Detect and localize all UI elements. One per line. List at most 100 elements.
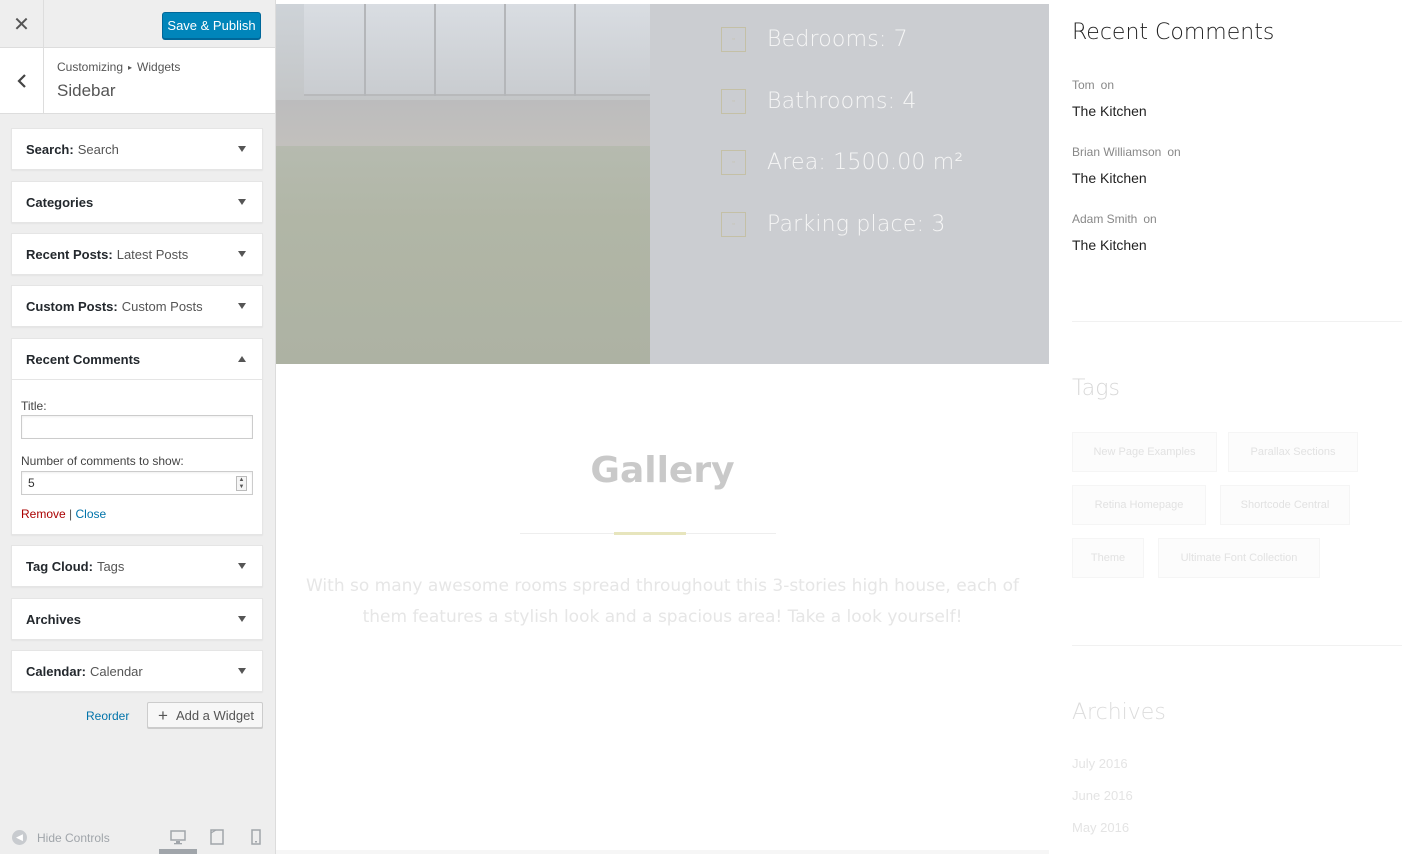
house-photo bbox=[276, 4, 650, 364]
widget-subtitle: Tags bbox=[96, 558, 125, 574]
breadcrumb-root: Customizing bbox=[57, 60, 124, 74]
tablet-preview-icon[interactable] bbox=[209, 829, 225, 845]
widget-subtitle: Custom Posts bbox=[121, 298, 203, 314]
tag-chip[interactable]: New Page Examples bbox=[1072, 432, 1217, 472]
recent-comments-title: Recent Comments bbox=[1072, 20, 1275, 45]
widget-toggle[interactable]: Recent Comments bbox=[12, 339, 262, 379]
widget-form: Title: Number of comments to show: ▲▼ Re… bbox=[12, 379, 262, 534]
feature-area: ▫ Area: 1500.00 m² bbox=[721, 150, 963, 175]
comment-meta: Brian Williamson on bbox=[1072, 145, 1181, 159]
tag-chip[interactable]: Theme bbox=[1072, 538, 1144, 578]
scroll-indicator bbox=[159, 849, 197, 854]
customizer-footer: ◀ Hide Controls bbox=[0, 814, 275, 854]
close-icon: ✕ bbox=[13, 13, 30, 36]
count-field[interactable] bbox=[21, 471, 253, 495]
feature-label: Area: 1500.00 m² bbox=[767, 150, 964, 175]
comment-post-link[interactable]: The Kitchen bbox=[1072, 237, 1147, 253]
widget-title: Calendar bbox=[26, 663, 82, 679]
plus-icon: + bbox=[158, 705, 168, 725]
expand-arrow-icon bbox=[238, 616, 246, 622]
widget-toggle[interactable]: Categories bbox=[12, 182, 262, 222]
hide-controls-label: Hide Controls bbox=[37, 830, 110, 845]
comment-post-link[interactable]: The Kitchen bbox=[1072, 170, 1147, 186]
widget-recent-posts: Recent Posts: Latest Posts bbox=[11, 233, 263, 275]
tags-title: Tags bbox=[1072, 376, 1120, 401]
comment-author: Adam Smith bbox=[1072, 212, 1138, 226]
property-hero: ▫ Bedrooms: 7 ▫ Bathrooms: 4 ▫ Area: 150… bbox=[276, 4, 1049, 364]
number-spinner[interactable]: ▲ ▼ bbox=[236, 476, 247, 491]
section-header: Customizing ▸ Widgets Sidebar bbox=[0, 48, 275, 114]
expand-arrow-icon bbox=[238, 563, 246, 569]
archive-link[interactable]: June 2016 bbox=[1072, 788, 1133, 803]
widget-archives: Archives bbox=[11, 598, 263, 640]
gallery-description: With so many awesome rooms spread throug… bbox=[306, 576, 1020, 627]
hide-controls-button[interactable]: ◀ Hide Controls bbox=[12, 830, 110, 845]
archive-link[interactable]: May 2016 bbox=[1072, 820, 1129, 835]
tag-chip[interactable]: Retina Homepage bbox=[1072, 485, 1206, 525]
desktop-preview-icon[interactable] bbox=[170, 829, 186, 845]
count-field-label: Number of comments to show: bbox=[21, 454, 184, 468]
archive-link[interactable]: July 2016 bbox=[1072, 756, 1128, 771]
tag-chip[interactable]: Shortcode Central bbox=[1220, 485, 1350, 525]
archives-title: Archives bbox=[1072, 700, 1166, 725]
expand-arrow-icon bbox=[238, 251, 246, 257]
widget-title: Categories bbox=[26, 194, 94, 210]
site-preview: ▫ Bedrooms: 7 ▫ Bathrooms: 4 ▫ Area: 150… bbox=[276, 0, 1419, 854]
expand-arrow-icon bbox=[238, 146, 246, 152]
comment-post-link[interactable]: The Kitchen bbox=[1072, 103, 1147, 119]
close-widget-link[interactable]: Close bbox=[76, 507, 107, 521]
widget-title: Search bbox=[26, 141, 70, 157]
back-button[interactable] bbox=[0, 48, 44, 113]
remove-widget-link[interactable]: Remove bbox=[21, 507, 66, 521]
save-publish-button[interactable]: Save & Publish bbox=[162, 12, 261, 39]
bath-icon: ▫ bbox=[721, 89, 746, 114]
widget-toggle[interactable]: Calendar: Calendar bbox=[12, 651, 262, 691]
gallery-strip bbox=[276, 850, 1049, 854]
widget-custom-posts: Custom Posts: Custom Posts bbox=[11, 285, 263, 327]
widget-toggle[interactable]: Search: Search bbox=[12, 129, 262, 169]
breadcrumb-section: Widgets bbox=[137, 60, 181, 74]
widget-toggle[interactable]: Tag Cloud: Tags bbox=[12, 546, 262, 586]
feature-label: Parking place: 3 bbox=[767, 212, 946, 237]
widget-toggle[interactable]: Recent Posts: Latest Posts bbox=[12, 234, 262, 274]
feature-label: Bathrooms: 4 bbox=[767, 89, 917, 114]
title-field-label: Title: bbox=[21, 399, 47, 413]
expand-arrow-icon bbox=[238, 668, 246, 674]
count-field-wrap: ▲▼ bbox=[21, 471, 253, 495]
widget-actions: Remove | Close bbox=[21, 507, 253, 521]
feature-bedrooms: ▫ Bedrooms: 7 bbox=[721, 27, 908, 52]
expand-arrow-icon bbox=[238, 199, 246, 205]
gallery-title: Gallery bbox=[590, 450, 735, 491]
glass-wall bbox=[304, 4, 650, 96]
wooden-deck bbox=[276, 100, 650, 146]
chevron-left-icon bbox=[16, 73, 26, 88]
widget-toggle[interactable]: Custom Posts: Custom Posts bbox=[12, 286, 262, 326]
close-customizer-button[interactable]: ✕ bbox=[0, 0, 44, 48]
widget-title: Recent Posts bbox=[26, 246, 109, 262]
widget-title: Custom Posts bbox=[26, 298, 114, 314]
widget-recent-comments: Recent Comments Title: Number of comment… bbox=[11, 338, 263, 535]
area-icon: ▫ bbox=[721, 150, 746, 175]
title-field[interactable] bbox=[21, 415, 253, 439]
expand-arrow-icon bbox=[238, 303, 246, 309]
comment-meta: Adam Smith on bbox=[1072, 212, 1157, 226]
widget-title: Tag Cloud bbox=[26, 558, 89, 574]
reorder-link[interactable]: Reorder bbox=[86, 709, 129, 723]
widget-subtitle: Latest Posts bbox=[116, 246, 189, 262]
section-title: Sidebar bbox=[57, 81, 116, 100]
bed-icon: ▫ bbox=[721, 27, 746, 52]
tag-chip[interactable]: Parallax Sections bbox=[1228, 432, 1358, 472]
collapse-circle-icon: ◀ bbox=[12, 830, 27, 845]
breadcrumb: Customizing ▸ Widgets bbox=[57, 60, 180, 74]
sidebar-divider bbox=[1072, 645, 1402, 646]
widget-calendar: Calendar: Calendar bbox=[11, 650, 263, 692]
tag-chip[interactable]: Ultimate Font Collection bbox=[1158, 538, 1320, 578]
customizer-sidebar: ✕ Save & Publish Customizing ▸ Widgets Sid… bbox=[0, 0, 276, 854]
add-widget-button[interactable]: + Add a Widget bbox=[147, 702, 263, 728]
customizer-header: ✕ Save & Publish bbox=[0, 0, 275, 48]
add-widget-label: Add a Widget bbox=[175, 707, 254, 723]
mobile-preview-icon[interactable] bbox=[248, 829, 264, 845]
widget-toggle[interactable]: Archives bbox=[12, 599, 262, 639]
feature-parking: ▫ Parking place: 3 bbox=[721, 212, 946, 237]
actions-divider: | bbox=[69, 507, 73, 521]
